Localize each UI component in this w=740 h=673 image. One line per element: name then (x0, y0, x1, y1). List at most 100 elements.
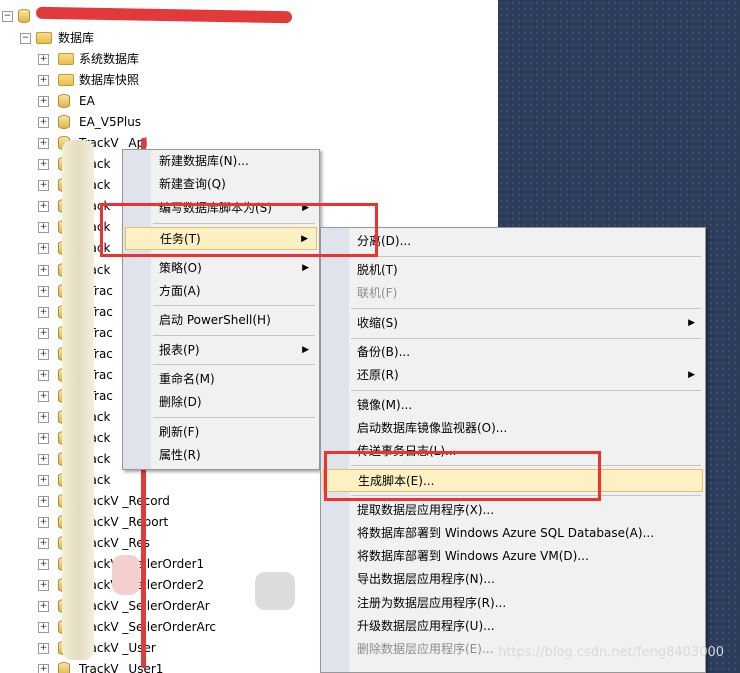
menu-item[interactable]: 将数据库部署到 Windows Azure VM(D)... (323, 545, 703, 568)
expand-icon[interactable]: + (38, 559, 49, 571)
expand-icon[interactable]: + (38, 285, 49, 297)
tasks-submenu: 分离(D)... 脱机(T) 联机(F) 收缩(S) ▶ 备份(B)... 还原(R) ▶ 镜像… (320, 227, 706, 673)
expand-icon[interactable]: + (38, 643, 49, 655)
menu-item[interactable]: 联机(F) (323, 282, 703, 305)
tree-node-label: TrackV _User1 (79, 662, 164, 673)
menu-item[interactable]: 备份(B)... (323, 341, 703, 364)
expand-icon[interactable]: + (38, 580, 49, 592)
expand-icon[interactable]: + (38, 453, 49, 465)
menu-item[interactable]: 还原(R) ▶ (323, 364, 703, 387)
menu-separator (153, 417, 315, 418)
menu-item-label: 导出数据层应用程序(N)... (357, 572, 495, 586)
menu-item-label: 将数据库部署到 Windows Azure VM(D)... (357, 549, 589, 563)
menu-item-label: 报表(P) (159, 343, 200, 357)
menu-item-label: 删除数据层应用程序(E)... (357, 642, 494, 656)
expand-icon[interactable]: + (38, 138, 49, 150)
expand-icon[interactable]: + (38, 664, 49, 673)
folder-icon (36, 32, 52, 44)
tree-node[interactable]: + TrackV _User1 (0, 659, 300, 673)
menu-item[interactable]: 新建查询(Q) (125, 173, 317, 196)
menu-item-label: 新建数据库(N)... (159, 154, 249, 168)
menu-item[interactable]: 提取数据层应用程序(X)... (323, 499, 703, 522)
expand-icon[interactable]: + (38, 538, 49, 550)
menu-item[interactable]: 升级数据层应用程序(U)... (323, 615, 703, 638)
menu-item-label: 脱机(T) (357, 263, 398, 277)
menu-item-label: 备份(B)... (357, 345, 411, 359)
menu-item-label: 收缩(S) (357, 316, 398, 330)
expand-icon[interactable]: + (38, 159, 49, 171)
tree-root-node[interactable]: − (0, 6, 300, 26)
menu-item-label: 属性(R) (159, 448, 201, 462)
expand-icon[interactable]: + (38, 327, 49, 339)
menu-item-label: 重命名(M) (159, 372, 215, 386)
expand-icon[interactable]: + (38, 180, 49, 192)
menu-item[interactable]: 导出数据层应用程序(N)... (323, 568, 703, 591)
menu-item[interactable]: 刷新(F) (125, 421, 317, 444)
menu-item[interactable]: 启动数据库镜像监视器(O)... (323, 417, 703, 440)
menu-item[interactable]: 启动 PowerShell(H) (125, 309, 317, 332)
tree-node[interactable]: + 系统数据库 (0, 49, 300, 69)
expand-icon[interactable]: + (38, 96, 49, 108)
menu-item[interactable]: 新建数据库(N)... (125, 150, 317, 173)
expand-icon[interactable]: + (38, 243, 49, 255)
tree-node[interactable]: + TrackV _Res (0, 533, 300, 553)
annotation-box-generate-scripts (324, 451, 601, 501)
menu-item[interactable]: 方面(A) (125, 280, 317, 303)
collapse-icon[interactable]: − (2, 11, 13, 22)
folder-icon (58, 53, 74, 65)
expand-icon[interactable]: + (38, 411, 49, 423)
expand-icon[interactable]: + (38, 264, 49, 276)
menu-item[interactable]: 属性(R) (125, 444, 317, 467)
tree-node[interactable]: + TrackV _User (0, 638, 300, 658)
menu-separator (351, 308, 701, 309)
expand-icon[interactable]: + (38, 54, 49, 65)
menu-item-label: 将数据库部署到 Windows Azure SQL Database(A)... (357, 526, 655, 540)
tree-node[interactable]: + EA (0, 91, 300, 111)
expand-icon[interactable]: + (38, 475, 49, 486)
tree-node[interactable]: + 数据库快照 (0, 70, 300, 90)
expand-icon[interactable]: + (38, 348, 49, 360)
tree-node-label: EA_V5Plus (79, 115, 142, 130)
expand-icon[interactable]: + (38, 601, 49, 613)
collapse-icon[interactable]: − (20, 33, 31, 44)
menu-item[interactable]: 收缩(S) ▶ (323, 312, 703, 335)
tree-node[interactable]: + TrackV _Record (0, 491, 300, 511)
expand-icon[interactable]: + (38, 622, 49, 634)
menu-separator (153, 305, 315, 306)
expand-icon[interactable]: + (38, 117, 49, 129)
menu-item[interactable]: 策略(O) ▶ (125, 257, 317, 280)
expand-icon[interactable]: + (38, 390, 49, 402)
expand-icon[interactable]: + (38, 75, 49, 87)
menu-item[interactable]: 重命名(M) (125, 368, 317, 391)
expand-icon[interactable]: + (38, 517, 49, 529)
redaction-blur (255, 572, 295, 610)
expand-icon[interactable]: + (38, 369, 49, 381)
menu-item-label: 升级数据层应用程序(U)... (357, 619, 495, 633)
menu-item[interactable]: 报表(P) ▶ (125, 339, 317, 362)
tree-node-databases[interactable]: − 数据库 (0, 28, 200, 48)
tree-node[interactable]: + TrackV _Report (0, 512, 300, 532)
menu-separator (153, 364, 315, 365)
menu-item[interactable]: 将数据库部署到 Windows Azure SQL Database(A)... (323, 522, 703, 545)
menu-item[interactable]: 删除(D) (125, 391, 317, 414)
expand-icon[interactable]: + (38, 306, 49, 318)
submenu-arrow-icon: ▶ (302, 263, 309, 273)
menu-item[interactable]: 注册为数据层应用程序(R)... (323, 592, 703, 615)
menu-item[interactable]: 脱机(T) (323, 259, 703, 282)
tree-node[interactable]: + Track (0, 470, 300, 490)
menu-separator (351, 338, 701, 339)
expand-icon[interactable]: + (38, 201, 49, 213)
tree-node[interactable]: + EA_V5Plus (0, 112, 300, 132)
menu-item-label: 新建查询(Q) (159, 177, 226, 191)
expand-icon[interactable]: + (38, 496, 49, 508)
menu-item-label: 注册为数据层应用程序(R)... (357, 596, 507, 610)
tree-node[interactable]: + TrackV _SellerOrderArc (0, 617, 300, 637)
tree-node[interactable]: + TrackV _SellerOrder1 (0, 554, 300, 574)
expand-icon[interactable]: + (38, 432, 49, 444)
menu-item[interactable]: 镜像(M)... (323, 394, 703, 417)
context-menu: 新建数据库(N)... 新建查询(Q) 编写数据库脚本为(S) ▶ 任务(T) ▶ 策略(O… (122, 149, 320, 470)
expand-icon[interactable]: + (38, 222, 49, 234)
menu-item-label: 启动 PowerShell(H) (159, 313, 271, 327)
menu-item[interactable]: 分离(D)... (323, 230, 703, 253)
menu-item-label: 联机(F) (357, 286, 398, 300)
